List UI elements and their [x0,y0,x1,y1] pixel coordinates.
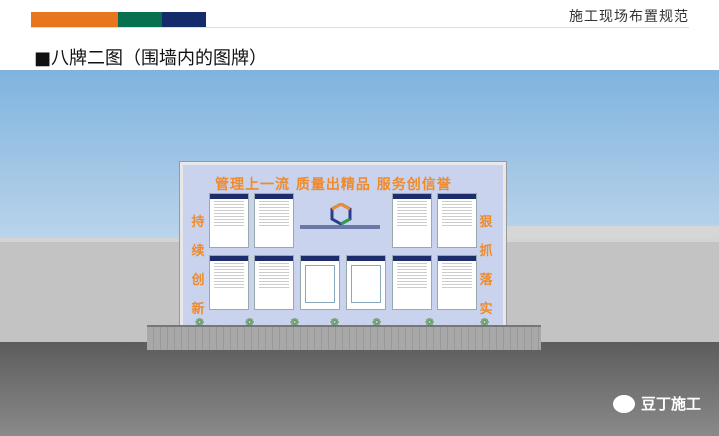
wechat-icon [612,394,635,413]
company-name-logo [300,225,380,229]
notice-panel [437,193,477,248]
plant-icon: ❁ [290,316,300,329]
plant-icon: ❁ [245,316,255,329]
left-char: 持 [191,215,205,230]
right-char: 狠 [479,215,493,230]
plant-icon: ❁ [195,316,205,329]
right-vertical-text: 狠 抓 落 实 [479,208,493,324]
plant-icon: ❁ [330,316,340,329]
watermark-text: 豆丁施工 [640,395,701,413]
right-char: 落 [479,273,493,288]
header-title: 施工现场布置规范 [569,9,689,25]
ground [0,342,719,436]
header-divider [30,27,689,28]
plant-icon: ❁ [480,316,490,329]
notice-panel [209,255,249,310]
brand-bar-blue [162,12,206,28]
company-logo-icon [330,203,352,225]
slide-title: ■八牌二图（围墙内的图牌） [34,48,268,69]
notice-panel [254,193,294,248]
left-char: 续 [191,244,205,259]
billboard-slogan: 管理上一流 质量出精品 服务创信誉 [215,177,452,193]
plant-icon: ❁ [425,316,435,329]
left-vertical-text: 持 续 创 新 [191,208,205,324]
plant-icon: ❁ [372,316,382,329]
notice-panel [392,193,432,248]
right-char: 抓 [479,244,493,259]
brand-bar-green [118,12,162,28]
notice-panel [437,255,477,310]
notice-panel [209,193,249,248]
notice-panel [346,255,386,310]
notice-panel [254,255,294,310]
watermark: 豆丁施工 [612,393,701,414]
notice-panel [300,255,340,310]
brand-bar-orange [31,12,118,28]
notice-panel [392,255,432,310]
left-char: 创 [191,273,205,288]
